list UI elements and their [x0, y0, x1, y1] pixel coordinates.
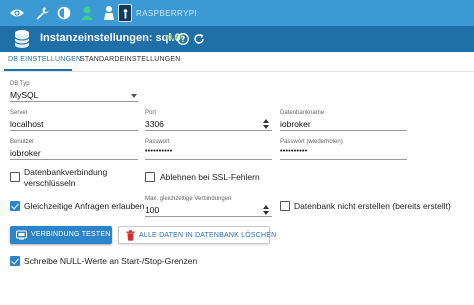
password-input[interactable]: ••••••••••: [145, 148, 173, 155]
encrypt-label: Datenbankverbindung verschlüsseln: [24, 167, 108, 188]
password-repeat-label: Passwort (wiederholen): [280, 139, 343, 145]
db-type-underline: [10, 101, 138, 102]
check-icon: [11, 201, 19, 210]
null-values-label: Schreibe NULL-Werte an Start-/Stop-Grenz…: [24, 256, 198, 266]
server-label: Server: [10, 110, 28, 116]
delete-all-data-button[interactable]: ALLE DATEN IN DATENBANK LÖSCHEN: [118, 226, 276, 244]
test-connection-label: VERBINDUNG TESTEN: [31, 231, 111, 238]
brand-name: RASPBERRYPI: [136, 8, 198, 18]
dbname-input[interactable]: iobroker: [280, 119, 311, 129]
port-input[interactable]: 3306: [145, 119, 164, 129]
server-input[interactable]: localhost: [10, 119, 44, 129]
contrast-icon[interactable]: [55, 4, 73, 22]
test-connection-button[interactable]: VERBINDUNG TESTEN: [10, 226, 112, 244]
refresh-icon[interactable]: [192, 32, 206, 46]
stepper-up-icon[interactable]: [263, 205, 269, 209]
user-underline: [10, 159, 138, 160]
reject-ssl-checkbox[interactable]: [145, 172, 155, 182]
password-repeat-input[interactable]: ••••••••••: [280, 148, 308, 155]
port-underline: [145, 130, 272, 131]
stepper-down-icon[interactable]: [263, 125, 269, 129]
wrench-icon[interactable]: [33, 4, 51, 22]
stepper-down-icon[interactable]: [263, 211, 269, 215]
simultaneous-label: Gleichzeitige Anfragen erlauben: [24, 201, 145, 211]
max-connections-input[interactable]: 100: [145, 205, 159, 215]
port-label: Port: [145, 110, 157, 116]
tab-db-settings[interactable]: DB EINSTELLUNGEN: [8, 56, 81, 63]
svg-text:?: ?: [181, 35, 186, 44]
no-create-db-checkbox[interactable]: [280, 201, 290, 211]
stepper-up-icon[interactable]: [263, 119, 269, 123]
tab-default-settings[interactable]: STANDARDEINSTELLUNGEN: [80, 56, 181, 63]
database-icon: [14, 29, 30, 54]
user-label: Benutzer: [10, 139, 35, 145]
page-title: Instanzeinstellungen: sql.0: [40, 32, 181, 44]
password-underline: [145, 159, 272, 160]
eye-icon[interactable]: [8, 4, 26, 22]
reject-ssl-label: Ablehnen bei SSL-Fehlern: [160, 172, 260, 182]
expert-mode-icon[interactable]: [100, 4, 118, 22]
chevron-down-icon[interactable]: [131, 94, 137, 98]
password-repeat-underline: [280, 159, 407, 160]
user-input[interactable]: iobroker: [10, 148, 41, 158]
check-icon: [11, 256, 19, 265]
raspberry-logo-icon: [118, 4, 132, 22]
max-connections-stepper[interactable]: [262, 203, 270, 217]
max-connections-underline: [145, 216, 272, 217]
db-type-select[interactable]: MySQL: [10, 90, 38, 100]
help-icon[interactable]: ?: [176, 32, 190, 46]
trash-icon: [126, 230, 135, 241]
delete-all-data-label: ALLE DATEN IN DATENBANK LÖSCHEN: [139, 232, 277, 239]
simultaneous-checkbox[interactable]: [10, 201, 20, 211]
dbname-underline: [280, 130, 407, 131]
active-tab-indicator: [4, 69, 72, 71]
encrypt-checkbox[interactable]: [10, 172, 20, 182]
top-navigation-bar: RASPBERRYPI: [0, 0, 474, 26]
db-type-label: DB Typ: [10, 81, 30, 87]
max-connections-label: Max. gleichzeitige Verbindungen: [145, 196, 232, 202]
instance-title-bar: Instanzeinstellungen: sql.0 v3.2.0 ?: [0, 26, 474, 52]
no-create-db-label: Datenbank nicht erstellen (bereits erste…: [294, 201, 451, 211]
server-underline: [10, 130, 138, 131]
port-stepper[interactable]: [262, 117, 270, 131]
user-icon[interactable]: [78, 4, 96, 22]
password-label: Passwort: [145, 139, 170, 145]
brand: RASPBERRYPI: [118, 2, 197, 24]
dbname-label: Datenbankname: [280, 110, 325, 116]
connection-icon: [16, 230, 27, 240]
null-values-checkbox[interactable]: [10, 256, 20, 266]
